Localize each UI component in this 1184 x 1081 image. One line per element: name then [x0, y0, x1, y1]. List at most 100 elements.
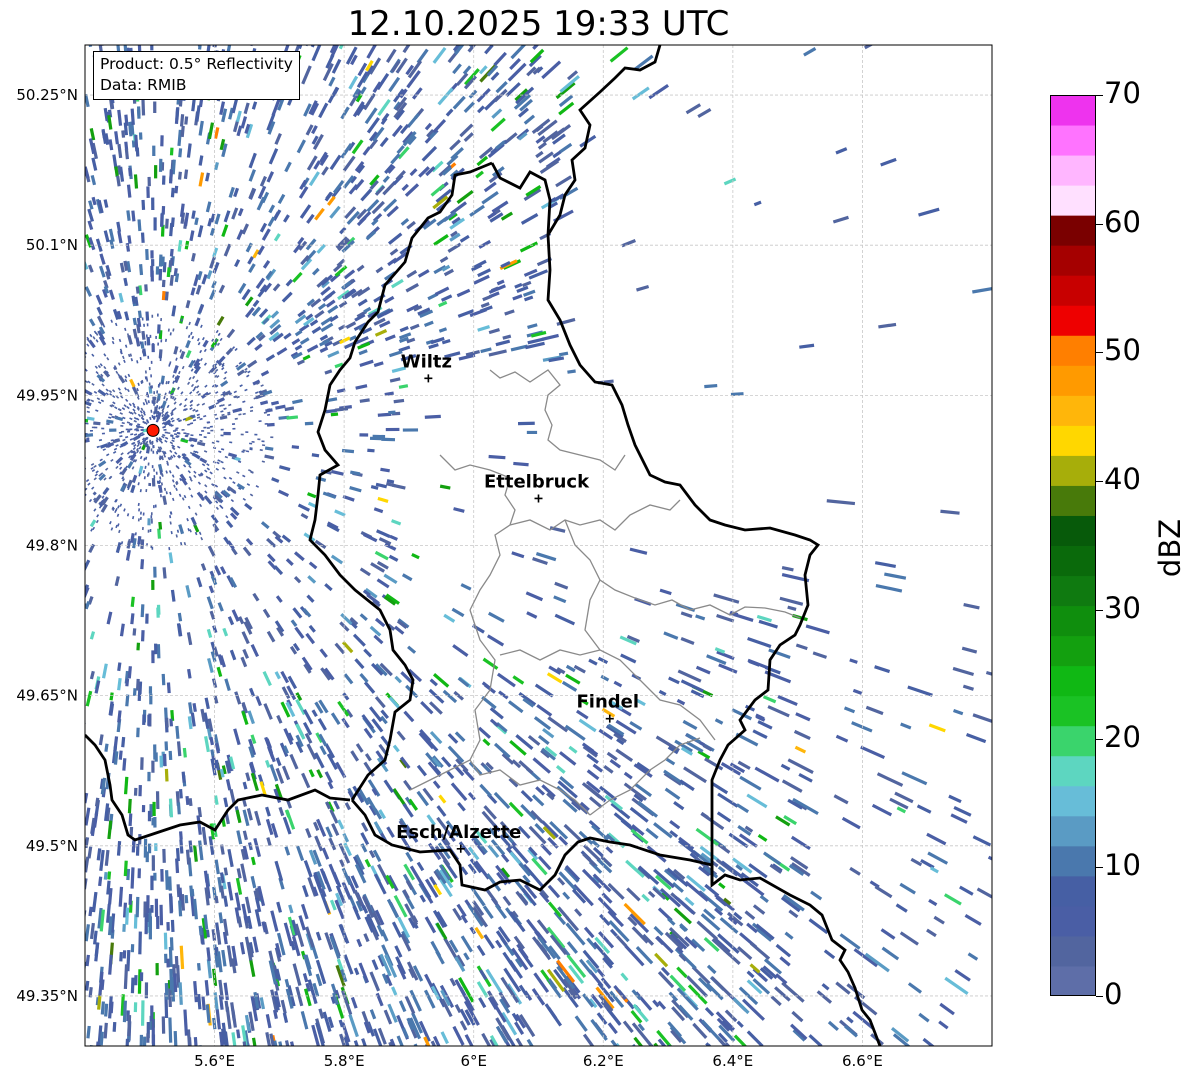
echo-cell — [122, 923, 126, 932]
echo-cell — [68, 460, 71, 463]
colorbar-swatch — [1050, 965, 1096, 996]
echo-cell — [141, 526, 144, 531]
echo-cell — [165, 870, 169, 890]
colorbar-swatch — [1050, 605, 1096, 637]
echo-cell — [139, 972, 144, 982]
echo-cell — [155, 963, 159, 976]
echo-cell — [526, 430, 538, 435]
echo-cell — [62, 476, 65, 479]
echo-cell — [89, 429, 93, 432]
colorbar-swatch — [1050, 485, 1096, 516]
echo-cell — [145, 913, 149, 923]
echo-cell — [151, 580, 155, 590]
echo-cell — [190, 434, 194, 437]
echo-cell — [152, 445, 155, 449]
echo-cell — [128, 813, 133, 827]
colorbar-swatch — [1050, 755, 1096, 787]
echo-cell — [155, 471, 158, 475]
echo-cell — [44, 448, 47, 450]
echo-cell — [62, 468, 65, 471]
colorbar-swatch — [1050, 575, 1096, 607]
echo-cell — [206, 427, 210, 429]
echo-cell — [138, 785, 142, 797]
echo-cell — [154, 504, 157, 508]
echo-cell — [160, 869, 164, 882]
echo-cell — [155, 791, 160, 810]
echo-cell — [80, 503, 83, 506]
echo-cell — [145, 311, 150, 321]
colorbar-swatch — [1050, 215, 1096, 246]
echo-cell — [122, 950, 127, 959]
echo-cell — [156, 480, 159, 484]
colorbar-swatch — [1050, 695, 1096, 727]
echo-cell — [55, 379, 58, 382]
echo-cell — [164, 768, 169, 782]
echo-cell — [75, 461, 78, 464]
echo-cell — [359, 433, 369, 437]
echo-cell — [220, 428, 224, 431]
colorbar-tick — [1096, 867, 1103, 869]
echo-cell — [150, 250, 154, 259]
echo-cell — [140, 604, 145, 618]
echo-cell — [197, 45, 204, 47]
echo-cell — [261, 440, 265, 443]
echo-cell — [148, 382, 151, 386]
echo-cell — [161, 206, 166, 215]
echo-cell — [159, 357, 162, 362]
lat-tick-label: 50.1°N — [26, 236, 78, 254]
echo-cell — [142, 512, 145, 516]
echo-cell — [144, 342, 147, 346]
echo-cell — [136, 642, 141, 651]
echo-cell — [93, 421, 101, 426]
colorbar-tick-label: 0 — [1104, 977, 1123, 1011]
echo-cell — [60, 470, 63, 473]
echo-cell — [140, 630, 145, 642]
lon-tick-label: 5.6°E — [194, 1052, 235, 1070]
echo-cell — [181, 428, 185, 431]
echo-cell — [146, 323, 149, 327]
colorbar-tick — [1096, 223, 1103, 225]
echo-cell — [304, 421, 314, 426]
echo-cell — [71, 449, 74, 451]
echo-cell — [164, 741, 169, 751]
echo-cell — [257, 438, 261, 441]
colorbar-swatch — [1050, 935, 1096, 967]
echo-cell — [231, 423, 236, 425]
colorbar-tick — [1096, 95, 1103, 96]
echo-cell — [55, 435, 58, 437]
echo-cell — [151, 1018, 155, 1044]
echo-cell — [75, 471, 78, 474]
echo-cell — [66, 405, 69, 407]
echo-cell — [150, 270, 154, 282]
echo-cell — [154, 752, 158, 762]
echo-cell — [154, 898, 159, 917]
echo-cell — [232, 427, 236, 430]
echo-cell — [160, 339, 163, 343]
echo-cell — [57, 368, 60, 371]
echo-cell — [264, 422, 268, 425]
echo-cell — [147, 810, 152, 822]
echo-cell — [147, 472, 150, 476]
colorbar-swatch — [1050, 845, 1096, 877]
colorbar-swatch — [1050, 275, 1096, 306]
lat-tick-label: 49.95°N — [16, 386, 78, 404]
echo-cell — [45, 423, 48, 425]
echo-cell — [372, 434, 386, 439]
echo-cell — [120, 424, 124, 427]
echo-cell — [151, 855, 155, 871]
colorbar-swatch — [1050, 125, 1096, 156]
echo-cell — [270, 436, 274, 439]
echo-cell — [152, 801, 156, 817]
echo-cell — [134, 975, 138, 986]
echo-cell — [62, 456, 65, 458]
city-label: Findel — [576, 692, 639, 713]
echo-cell — [166, 922, 170, 931]
echo-cell — [150, 512, 153, 516]
lon-tick-label: 6.6°E — [842, 1052, 883, 1070]
echo-cell — [134, 428, 138, 431]
lat-tick-label: 49.5°N — [26, 837, 78, 855]
echo-cell — [161, 175, 166, 185]
echo-cell — [132, 628, 137, 636]
echo-cell — [147, 529, 150, 533]
echo-cell — [149, 528, 152, 533]
